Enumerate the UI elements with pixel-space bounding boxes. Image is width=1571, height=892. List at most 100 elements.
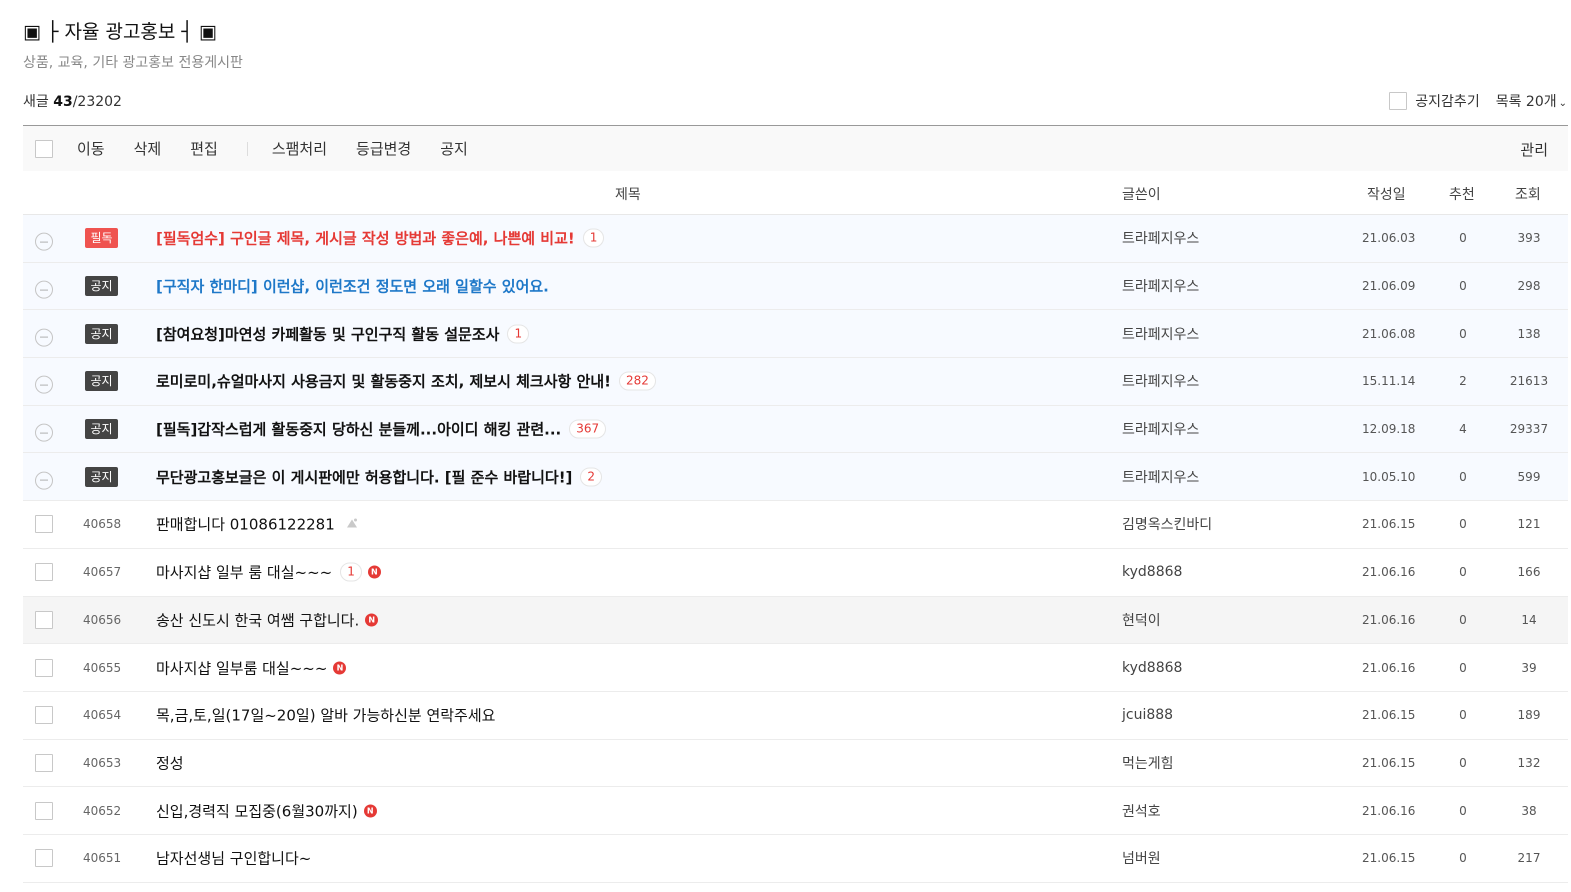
post-views: 189 [1517,708,1541,723]
post-date: 15.11.14 [1362,374,1416,389]
admin-toolbar: 이동 삭제 편집 스팸처리 등급변경 공지 관리 [23,125,1568,171]
post-date: 21.06.16 [1362,803,1416,818]
post-subject-link[interactable]: [필독]갑작스럽게 활동중지 당하신 분들께...아이디 해킹 관련... 367 [156,419,607,440]
post-subject: [참여요청]마연성 카페활동 및 구인구직 활동 설문조사 [156,325,500,344]
post-subject-link[interactable]: 마사지샵 일부룸 대실~~~ N [156,657,347,678]
post-subject: 마사지샵 일부룸 대실~~~ [156,659,328,678]
post-subject-link[interactable]: 무단광고홍보글은 이 게시판에만 허용합니다. [필 준수 바랍니다!] 2 [156,466,603,487]
row-checkbox[interactable] [35,563,53,582]
post-subject-link[interactable]: 송산 신도시 한국 여쌤 구합니다. N [156,609,379,630]
table-header: 제목 글쓴이 작성일 추천 조회 [23,171,1568,215]
row-checkbox[interactable] [35,610,53,629]
list-options: 공지감추기 목록 20개 ⌄ [1389,91,1567,111]
notice-badge: 공지 [85,419,118,440]
comment-count[interactable]: 1 [507,324,530,344]
post-author[interactable]: 트라페지우스 [1122,228,1199,248]
delete-button[interactable]: 삭제 [134,138,162,159]
post-author[interactable]: jcui888 [1122,707,1173,723]
chevron-down-icon: ⌄ [1558,98,1567,109]
list-size-select[interactable]: 목록 20개 ⌄ [1496,91,1567,111]
table-row: 40658 판매합니다 01086122281 김명옥스킨바디 21.06.15… [23,501,1568,549]
table-row: 40656 송산 신도시 한국 여쌤 구합니다. N 현덕이 21.06.16 0… [23,596,1568,645]
select-all-checkbox[interactable] [35,139,53,158]
post-author[interactable]: 트라페지우스 [1122,467,1199,487]
row-checkbox[interactable] [35,849,53,868]
post-author[interactable]: 트라페지우스 [1122,419,1199,439]
post-author[interactable]: 트라페지우스 [1122,324,1199,344]
row-checkbox[interactable] [35,706,53,725]
row-checkbox[interactable] [35,515,53,534]
post-views: 21613 [1509,374,1549,389]
count-prefix: 새글 [23,94,54,110]
post-subject-link[interactable]: 판매합니다 01086122281 [156,514,359,535]
post-subject-link[interactable]: [구직자 한마디] 이런샵, 이런조건 정도면 오래 일할수 있어요. [156,276,549,297]
post-subject-link[interactable]: [참여요청]마연성 카페활동 및 구인구직 활동 설문조사 1 [156,323,530,344]
grade-change-button[interactable]: 등급변경 [356,138,411,159]
post-author[interactable]: 트라페지우스 [1122,276,1199,296]
post-likes: 0 [1459,708,1467,723]
must-read-badge: 필독 [85,228,118,249]
hide-notice-checkbox[interactable] [1389,92,1408,110]
post-number: 40655 [83,660,122,675]
comment-count[interactable]: 1 [340,562,362,582]
post-author[interactable]: 먹는게힘 [1122,753,1174,773]
spam-button[interactable]: 스팸처리 [272,138,327,159]
post-subject: 무단광고홍보글은 이 게시판에만 허용합니다. [필 준수 바랍니다!] [156,468,573,487]
post-views: 132 [1517,755,1541,770]
post-author[interactable]: 트라페지우스 [1122,371,1199,391]
comment-count[interactable]: 282 [619,371,656,391]
post-subject-link[interactable]: 남자선생님 구인합니다~ [156,848,311,869]
post-date: 21.06.15 [1362,755,1416,770]
post-date: 10.05.10 [1362,469,1416,484]
new-post-icon: N [333,661,347,675]
notice-button[interactable]: 공지 [440,138,468,159]
total-count: /23202 [72,94,122,110]
table-row: 40654 목,금,토,일(17일~20일) 알바 가능하신분 연락주세요 jc… [23,692,1568,740]
row-checkbox[interactable] [35,801,53,820]
post-count: 새글 43/23202 [23,91,122,111]
post-subject: 목,금,토,일(17일~20일) 알바 가능하신분 연락주세요 [156,706,496,725]
notice-badge: 공지 [85,466,118,487]
post-subject-link[interactable]: [필독엄수] 구인글 제목, 게시글 작성 방법과 좋은예, 나쁜예 비교! 1 [156,228,605,249]
move-button[interactable]: 이동 [77,138,105,159]
comment-count[interactable]: 1 [582,228,605,248]
column-likes: 추천 [1449,187,1475,203]
post-author[interactable]: 넘버원 [1122,848,1161,868]
comment-count[interactable]: 367 [569,419,607,439]
new-count: 43 [53,94,73,110]
edit-button[interactable]: 편집 [190,138,218,159]
post-subject-link[interactable]: 신입,경력직 모집중(6월30까지) N [156,800,377,821]
post-author[interactable]: 현덕이 [1122,610,1161,630]
post-subject-link[interactable]: 정성 [156,752,184,773]
post-views: 298 [1517,279,1541,294]
new-post-icon: N [365,613,379,627]
post-subject-link[interactable]: 마사지샵 일부 룸 대실~~~ 1 N [156,562,381,583]
post-author[interactable]: 김명옥스킨바디 [1122,514,1212,534]
post-views: 217 [1517,851,1541,866]
post-author[interactable]: kyd8868 [1122,660,1182,676]
post-likes: 0 [1459,612,1467,627]
post-number: 40653 [83,755,122,770]
post-likes: 0 [1459,469,1467,484]
post-list: 필독 [필독엄수] 구인글 제목, 게시글 작성 방법과 좋은예, 나쁜예 비교… [23,215,1568,883]
comment-count[interactable]: 2 [580,467,603,487]
manage-button[interactable]: 관리 [1520,139,1548,160]
post-likes: 0 [1459,851,1467,866]
row-checkbox[interactable] [35,658,53,677]
minus-circle-icon [35,376,53,395]
post-subject: [필독]갑작스럽게 활동중지 당하신 분들께...아이디 해킹 관련... [156,420,562,439]
post-views: 14 [1521,612,1537,627]
post-subject-link[interactable]: 로미로미,슈얼마사지 사용금지 및 활동중지 조치, 제보시 체크사항 안내! 2… [156,371,656,392]
row-checkbox[interactable] [35,753,53,772]
post-views: 29337 [1509,422,1549,437]
post-date: 21.06.16 [1362,660,1416,675]
post-author[interactable]: 권석호 [1122,801,1161,821]
post-number: 40658 [83,517,122,532]
hide-notice-label[interactable]: 공지감추기 [1415,91,1479,111]
post-views: 166 [1517,565,1541,580]
post-views: 38 [1521,803,1537,818]
post-views: 393 [1517,231,1541,246]
post-author[interactable]: kyd8868 [1122,564,1182,580]
post-subject-link[interactable]: 목,금,토,일(17일~20일) 알바 가능하신분 연락주세요 [156,705,495,726]
minus-circle-icon [35,280,53,299]
